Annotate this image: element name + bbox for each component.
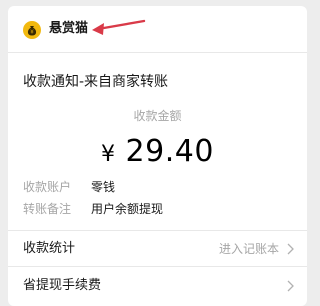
detail-key: 转账备注 (23, 202, 72, 216)
receipt-stats-label: 收款统计 (23, 241, 76, 256)
svg-text:¥: ¥ (30, 30, 34, 36)
links-divider (8, 266, 307, 267)
save-fee-label: 省提现手续费 (23, 278, 102, 293)
payment-notification-card: ¥ 悬赏猫 收款通知-来自商家转账 收款金额 ¥29.40 收款账户 零钱 转账… (8, 6, 307, 306)
chevron-right-icon (287, 280, 294, 292)
detail-key: 收款账户 (23, 180, 72, 194)
save-fee-row[interactable]: 省提现手续费 (8, 273, 307, 299)
receipt-stats-row[interactable]: 收款统计 进入记账本 (8, 236, 307, 262)
card-header[interactable]: ¥ 悬赏猫 (8, 6, 307, 52)
app-name: 悬赏猫 (49, 21, 89, 36)
detail-value: 零钱 (91, 180, 116, 194)
detail-value: 用户余额提现 (91, 202, 164, 216)
money-bag-icon: ¥ (23, 21, 41, 39)
red-arrow-annotation (92, 19, 146, 35)
amount: ¥29.40 (8, 132, 307, 175)
amount-label: 收款金额 (133, 109, 182, 123)
notice-title: 收款通知-来自商家转账 (23, 74, 169, 90)
ledger-link[interactable]: 进入记账本 (219, 241, 279, 257)
currency-symbol: ¥ (101, 142, 116, 167)
details-divider (8, 230, 307, 231)
chevron-right-icon (287, 243, 294, 255)
header-divider (8, 52, 307, 53)
amount-value: 29.40 (125, 134, 214, 169)
